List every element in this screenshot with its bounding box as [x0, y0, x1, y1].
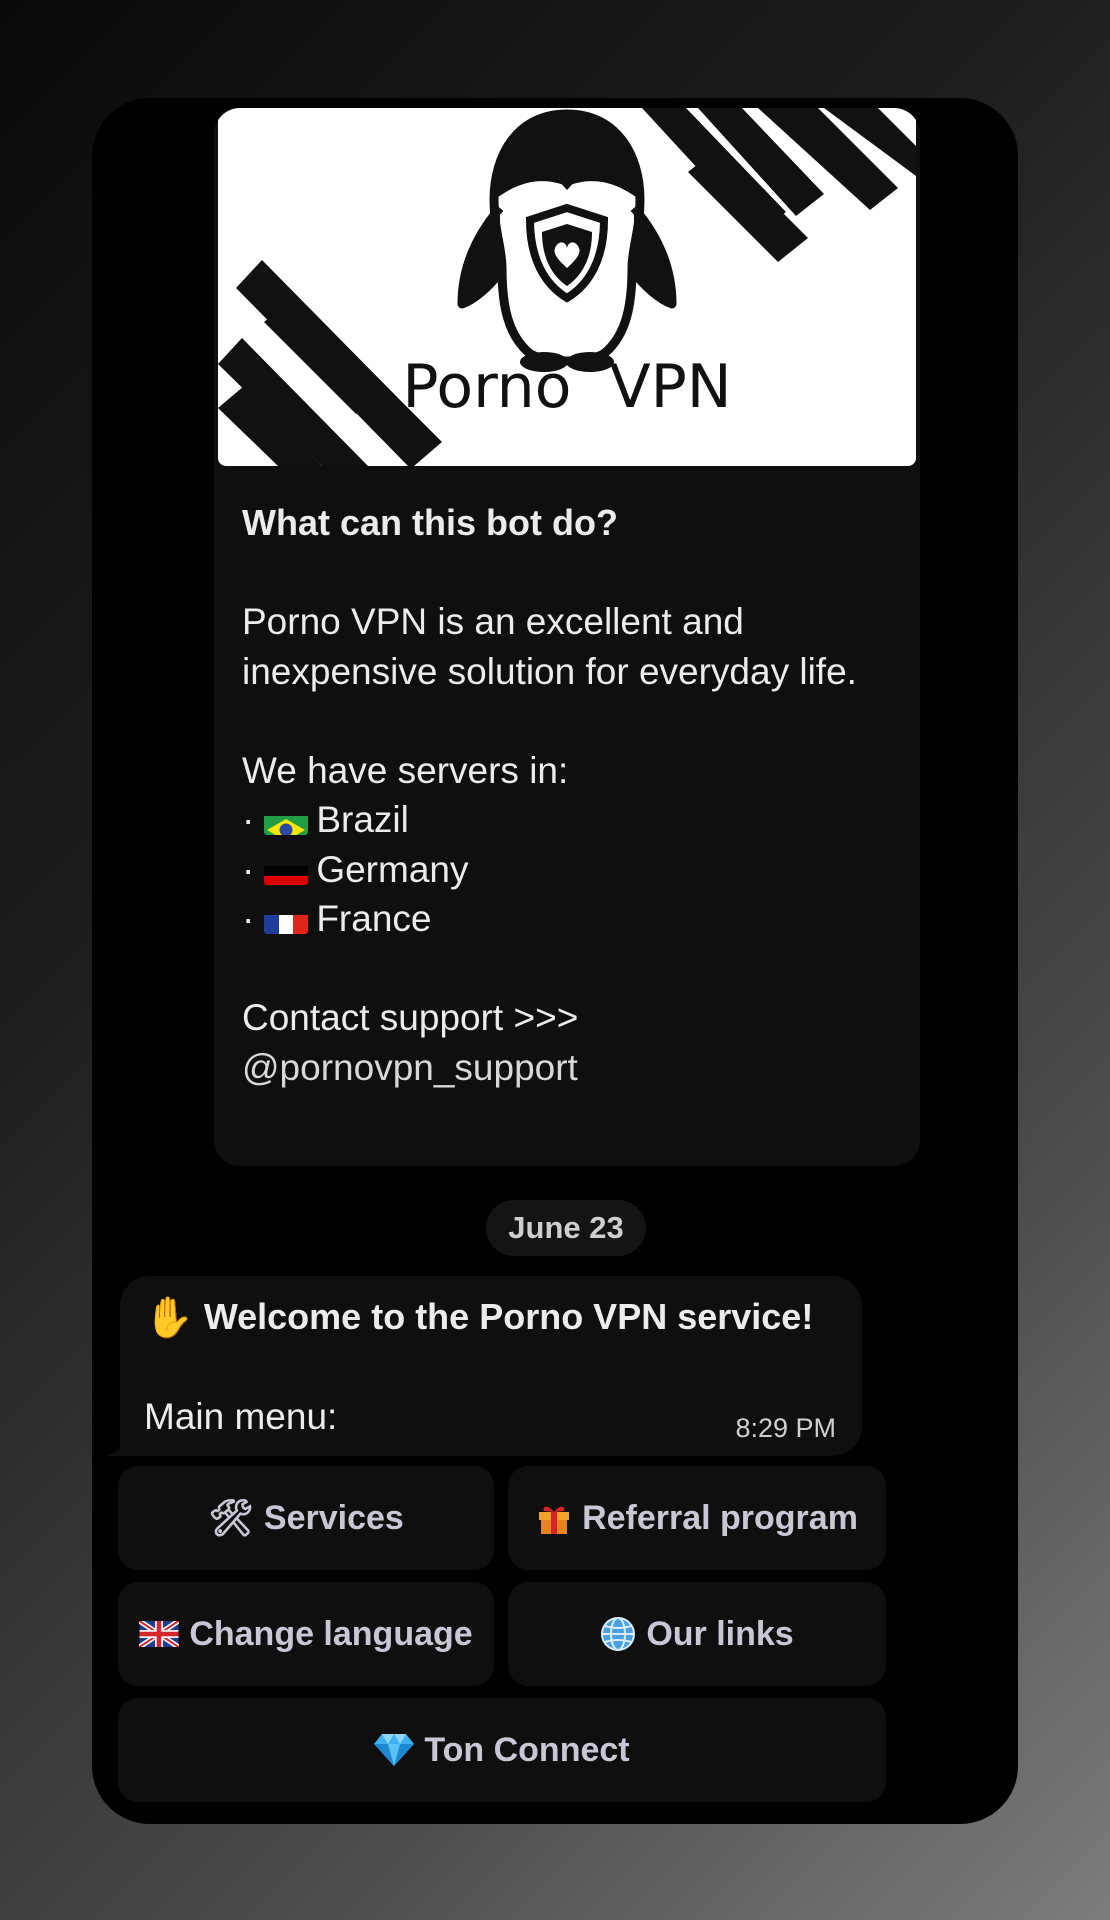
services-button[interactable]: 🛠 Services [118, 1466, 494, 1570]
ton-connect-label: Ton Connect [424, 1730, 630, 1769]
welcome-message-text: ✋ Welcome to the Porno VPN service! Main … [144, 1292, 813, 1441]
chat-screen: Porno VPN What can this bot do? Porno VP… [92, 98, 1018, 1824]
server-list-item: · Germany [242, 845, 902, 895]
description-heading: What can this bot do? [242, 502, 618, 543]
globe-icon [600, 1616, 636, 1652]
server-country: Germany [316, 848, 469, 890]
welcome-title-row: ✋ Welcome to the Porno VPN service! [144, 1292, 813, 1343]
server-country: France [316, 898, 432, 939]
bot-banner-image: Porno VPN [218, 108, 916, 466]
uk-flag-icon [139, 1621, 180, 1647]
referral-program-button[interactable]: Referral program [508, 1466, 886, 1570]
germany-flag-icon [264, 857, 309, 885]
raised-hand-icon: ✋ [144, 1296, 194, 1340]
message-timestamp: 8:29 PM [735, 1413, 836, 1443]
server-list-item: · France [242, 894, 902, 944]
our-links-button[interactable]: Our links [508, 1582, 886, 1686]
bullet: · [242, 898, 255, 939]
banner-brand-word1: Porno [402, 352, 572, 422]
welcome-title: Welcome to the Porno VPN service! [203, 1296, 814, 1337]
bot-description-card: Porno VPN What can this bot do? Porno VP… [214, 108, 920, 1166]
date-separator: June 23 [486, 1200, 646, 1256]
our-links-label: Our links [646, 1614, 794, 1653]
banner-brand-word2: VPN [609, 352, 732, 422]
contact-label: Contact support >>> [242, 997, 579, 1038]
main-menu-label: Main menu: [144, 1396, 338, 1437]
referral-label: Referral program [582, 1498, 858, 1537]
ton-connect-button[interactable]: Ton Connect [118, 1698, 886, 1802]
change-language-button[interactable]: Change language [118, 1582, 494, 1686]
server-country: Brazil [316, 799, 409, 840]
welcome-message-bubble: ✋ Welcome to the Porno VPN service! Main … [120, 1276, 862, 1456]
gem-icon [374, 1732, 415, 1768]
brazil-flag-icon [264, 807, 309, 835]
hammer-wrench-icon: 🛠 [208, 1497, 254, 1538]
bot-description-text: What can this bot do? Porno VPN is an ex… [242, 498, 902, 1092]
services-label: Services [263, 1498, 404, 1537]
bullet: · [242, 799, 255, 840]
servers-label: We have servers in: [242, 749, 569, 791]
server-list-item: · Brazil [242, 795, 902, 845]
change-language-label: Change language [189, 1614, 473, 1653]
banner-brand-text: Porno VPN [218, 352, 916, 422]
description-intro: Porno VPN is an excellent and inexpensiv… [242, 601, 857, 692]
france-flag-icon [264, 906, 309, 934]
bullet: · [242, 848, 255, 890]
support-handle-link[interactable]: @pornovpn_support [242, 1043, 902, 1093]
gift-icon [536, 1500, 572, 1536]
